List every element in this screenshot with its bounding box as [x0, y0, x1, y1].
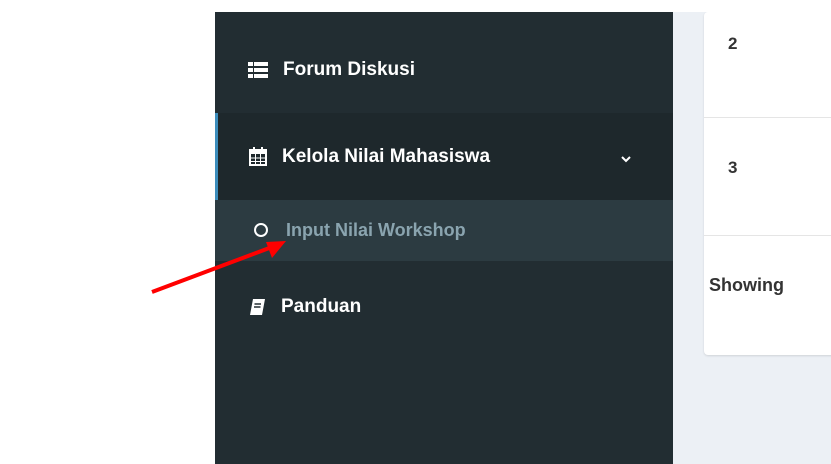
sidebar-item-label: Kelola Nilai Mahasiswa: [282, 145, 491, 167]
sidebar-item-kelola-nilai-mahasiswa[interactable]: Kelola Nilai Mahasiswa: [215, 113, 673, 200]
sidebar-subitem-input-nilai-workshop[interactable]: Input Nilai Workshop: [215, 200, 673, 261]
chevron-down-icon[interactable]: [620, 149, 632, 171]
sidebar-subitem-label: Input Nilai Workshop: [286, 220, 466, 240]
sidebar-item-label: Panduan: [281, 296, 362, 317]
calendar-icon: [249, 147, 267, 166]
row-number: 2: [728, 34, 738, 53]
sidebar: Forum Diskusi Kelola Nilai Mahasiswa Inp…: [215, 12, 673, 464]
row-number: 3: [728, 158, 738, 177]
showing-entries-text: Showing: [709, 275, 784, 295]
sidebar-item-forum-diskusi[interactable]: Forum Diskusi: [215, 45, 673, 95]
book-icon: [248, 298, 266, 316]
table-row: 2: [704, 12, 831, 118]
table-card: 2 3 Showing: [704, 12, 831, 355]
sidebar-item-label: Forum Diskusi: [283, 59, 415, 80]
main-content: 2 3 Showing: [673, 12, 831, 464]
list-icon: [248, 61, 268, 79]
circle-icon: [253, 222, 271, 240]
table-row: 3: [704, 118, 831, 236]
sidebar-item-panduan[interactable]: Panduan: [215, 282, 673, 332]
